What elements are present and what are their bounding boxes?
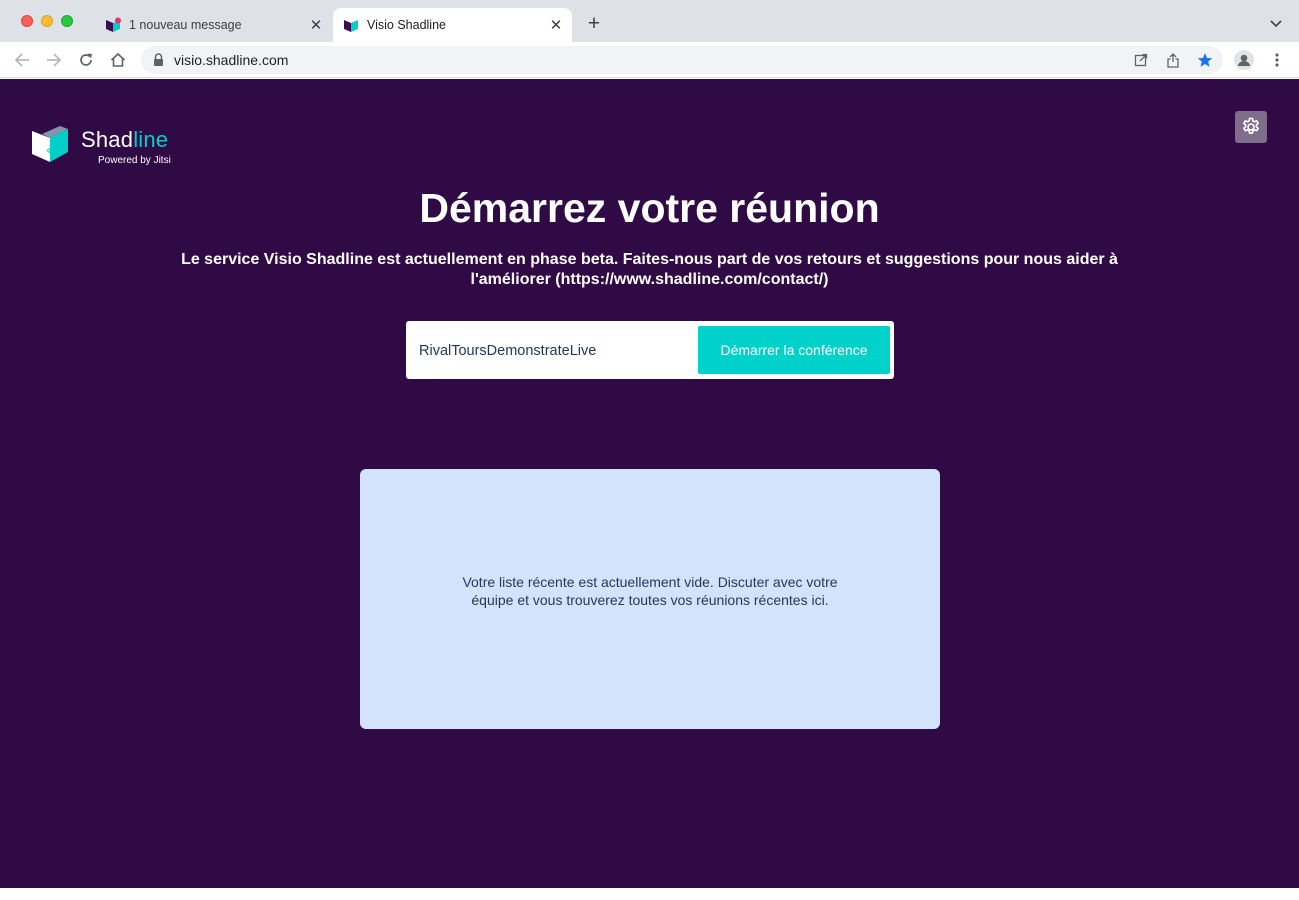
welcome-page: BETA Shadline Powered by Jitsi Démarrez … (0, 79, 1299, 888)
shadline-favicon-icon (106, 17, 121, 32)
forward-icon[interactable] (44, 50, 64, 70)
close-tab-icon[interactable]: ✕ (546, 15, 566, 35)
chevron-down-icon[interactable] (1266, 14, 1286, 34)
logo-subtitle: Powered by Jitsi (98, 155, 171, 166)
new-tab-button[interactable]: + (583, 12, 605, 35)
beta-description: Le service Visio Shadline est actuelleme… (181, 251, 1118, 288)
bookmark-star-icon[interactable] (1197, 52, 1213, 68)
more-options-icon[interactable] (1267, 50, 1287, 70)
browser-tab-bar: 1 nouveau message ✕ Visio Shadline ✕ + (0, 0, 1299, 42)
logo-wordmark: Shadline (81, 127, 169, 152)
settings-button[interactable] (1235, 111, 1267, 143)
start-conference-button[interactable]: Démarrer la conférence (698, 326, 890, 374)
browser-tab-messages[interactable]: 1 nouveau message ✕ (92, 8, 332, 42)
url-text: visio.shadline.com (174, 52, 289, 68)
tab-title: 1 nouveau message (129, 18, 242, 32)
window-minimize-button[interactable] (41, 15, 53, 27)
tab-title: Visio Shadline (367, 18, 446, 32)
back-icon[interactable] (12, 50, 32, 70)
room-name-input[interactable] (419, 341, 689, 361)
shadline-logo[interactable]: BETA Shadline Powered by Jitsi (32, 126, 182, 170)
browser-tab-visio[interactable]: Visio Shadline ✕ (333, 8, 572, 42)
home-icon[interactable] (108, 50, 128, 70)
open-external-icon[interactable] (1133, 52, 1149, 68)
recent-empty-message: Votre liste récente est actuellement vid… (462, 574, 838, 608)
profile-avatar-icon[interactable] (1234, 50, 1254, 70)
shadline-favicon-icon (344, 20, 358, 32)
address-bar[interactable]: visio.shadline.com (141, 46, 1223, 74)
close-tab-icon[interactable]: ✕ (306, 15, 326, 35)
lock-icon (154, 53, 163, 66)
browser-toolbar: visio.shadline.com (0, 42, 1299, 78)
reload-icon[interactable] (76, 50, 96, 70)
share-icon[interactable] (1165, 52, 1181, 68)
window-close-button[interactable] (21, 15, 33, 27)
gear-icon (1242, 117, 1260, 134)
page-title: Démarrez votre réunion (419, 185, 880, 231)
recent-meetings-panel: Votre liste récente est actuellement vid… (360, 469, 940, 729)
window-zoom-button[interactable] (61, 15, 73, 27)
enter-room-form: Démarrer la conférence (406, 321, 894, 379)
